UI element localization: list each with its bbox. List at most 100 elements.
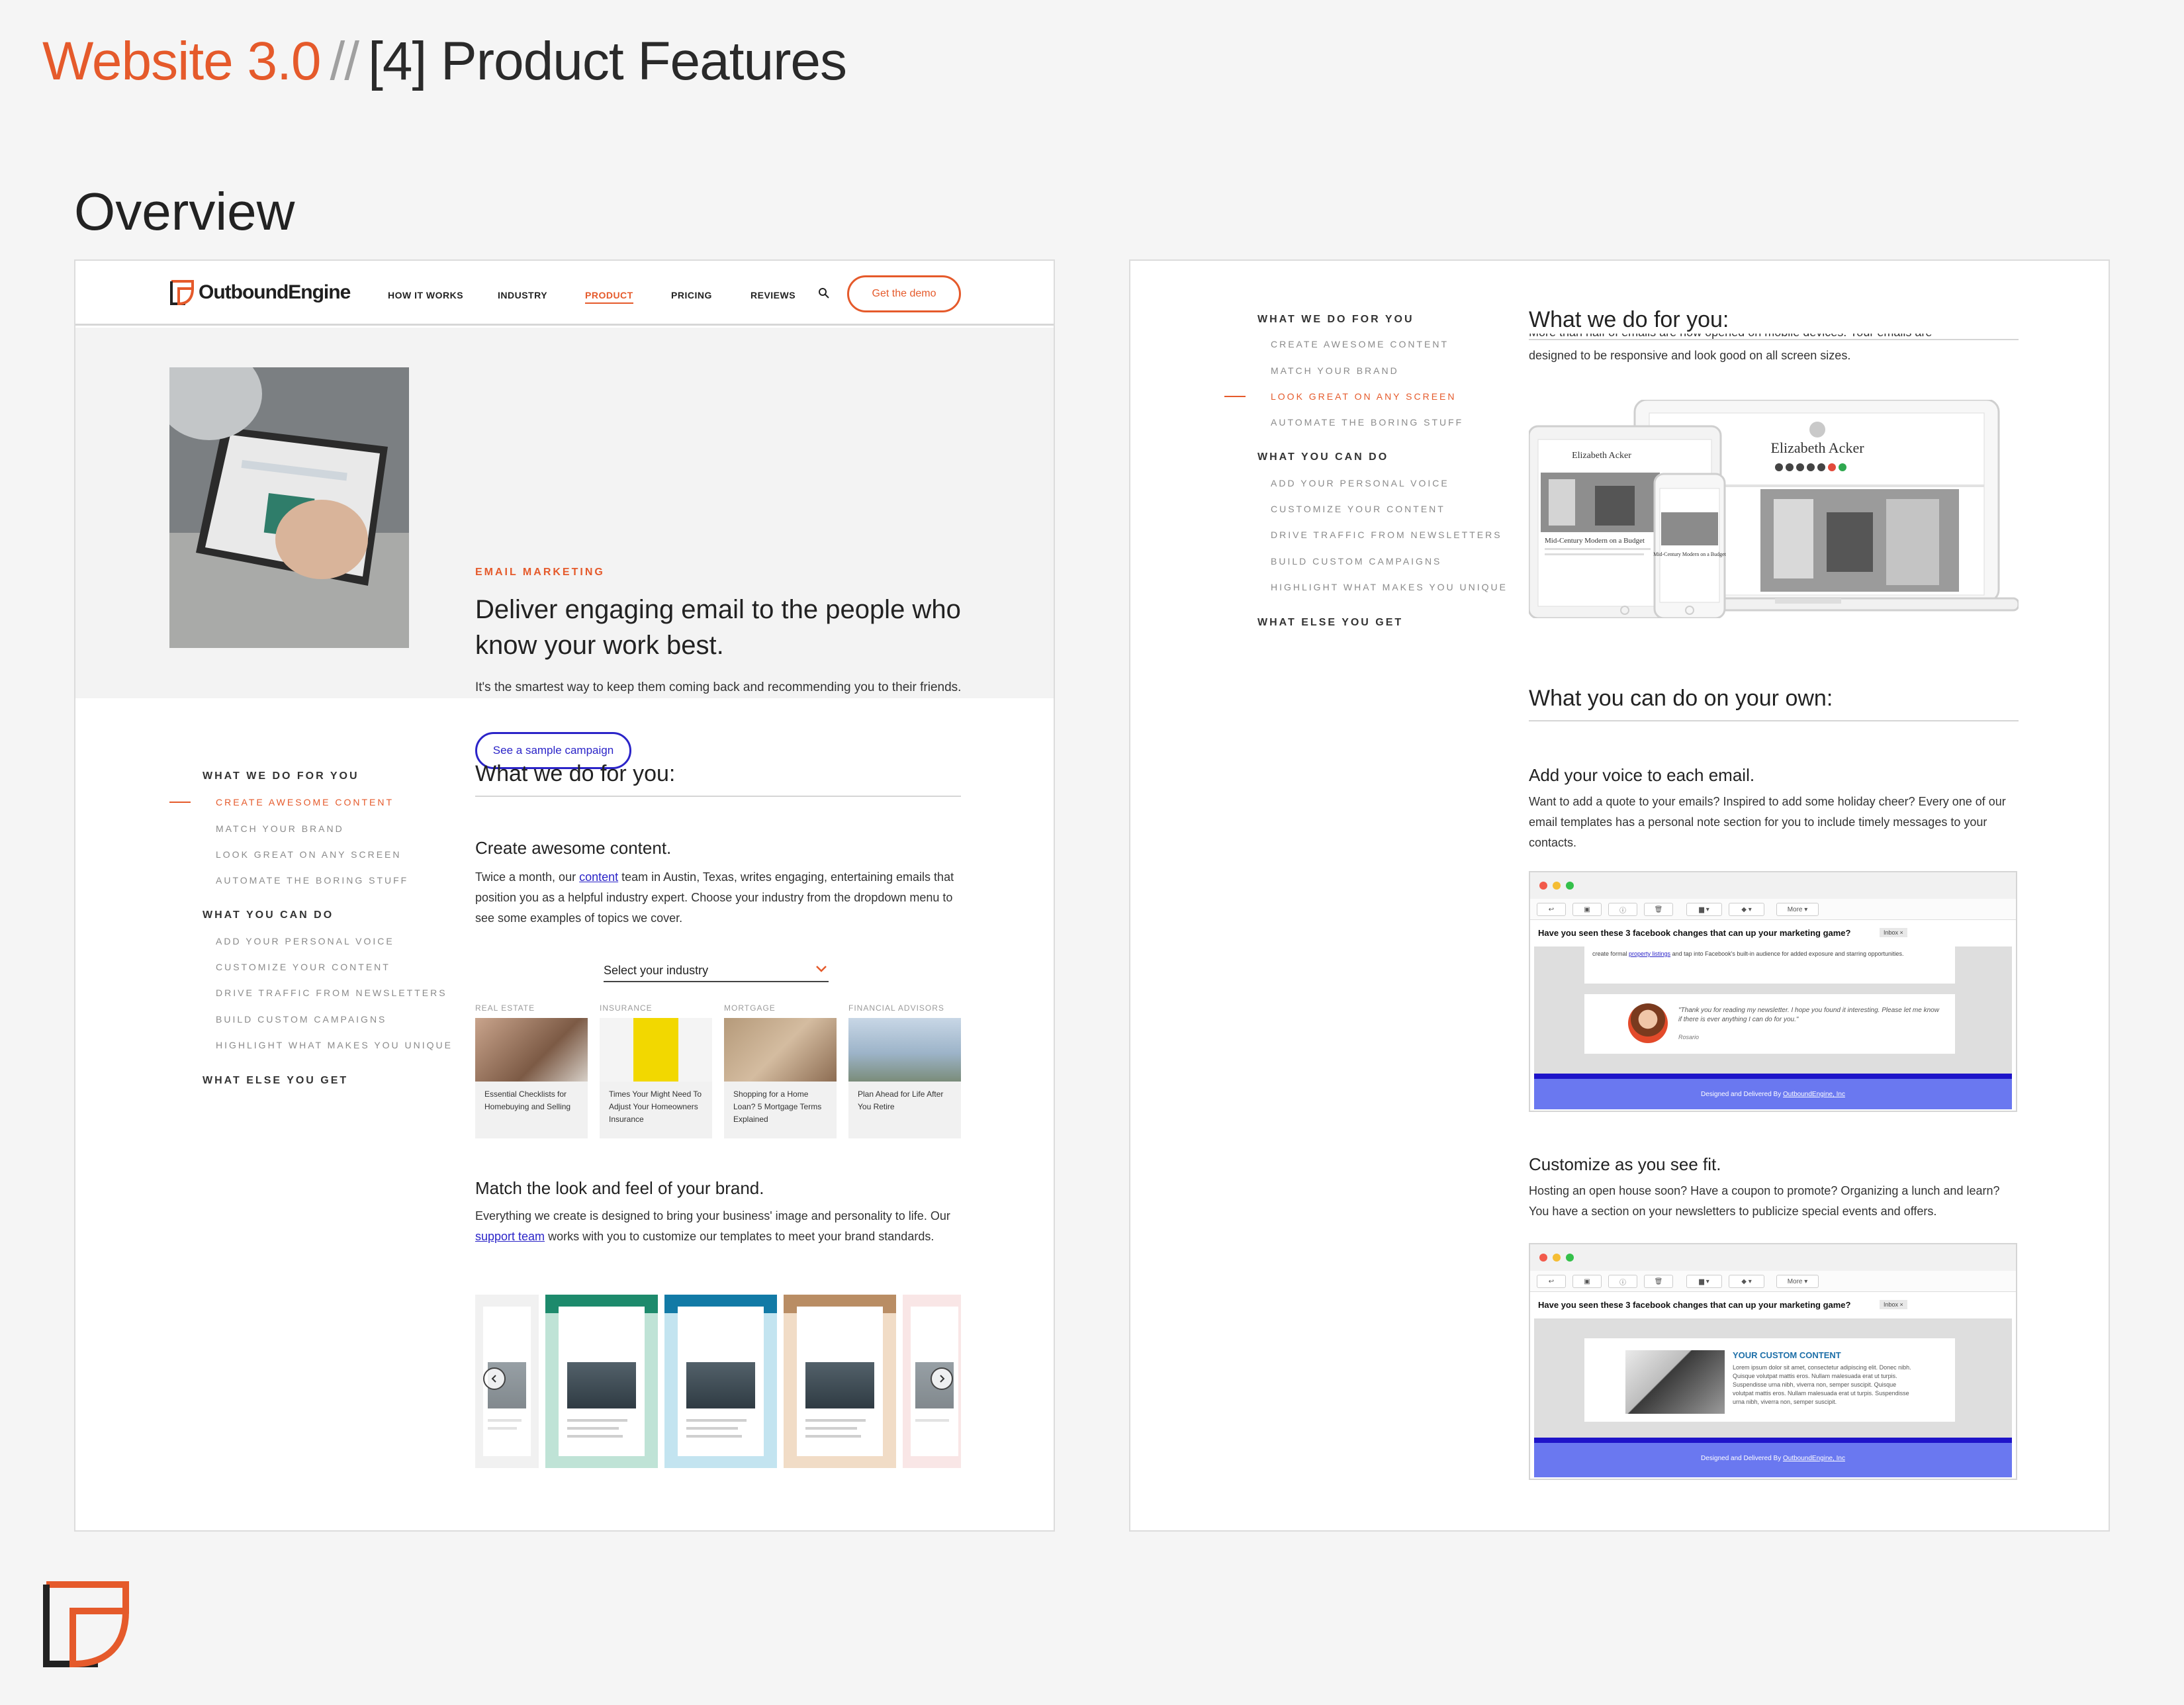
email-body: YOUR CUSTOM CONTENT Lorem ipsum dolor si… (1534, 1318, 2012, 1438)
article-card[interactable]: INSURANCE Times Your Might Need To Adjus… (600, 1003, 712, 1138)
personal-note-card: "Thank you for reading my newsletter. I … (1584, 994, 1955, 1054)
sidenav-what-you-can-do[interactable]: WHAT YOU CAN DO (203, 909, 334, 921)
nav-industry[interactable]: INDUSTRY (498, 290, 547, 300)
sidenav-highlight[interactable]: HIGHLIGHT WHAT MAKES YOU UNIQUE (216, 1040, 453, 1050)
nav-how-it-works[interactable]: HOW IT WORKS (388, 290, 463, 300)
folder-icon[interactable]: ▆ ▾ (1686, 1275, 1722, 1288)
minimize-dot-icon[interactable] (1553, 882, 1561, 890)
archive-icon[interactable]: ▣ (1572, 903, 1602, 916)
sidenav-drive-traffic[interactable]: DRIVE TRAFFIC FROM NEWSLETTERS (216, 988, 447, 998)
sidenav-what-else[interactable]: WHAT ELSE YOU GET (1257, 617, 1403, 629)
sidenav-personal-voice[interactable]: ADD YOUR PERSONAL VOICE (1271, 478, 1449, 488)
sidenav-what-we-do[interactable]: WHAT WE DO FOR YOU (1257, 314, 1414, 326)
sidenav-what-else[interactable]: WHAT ELSE YOU GET (203, 1075, 348, 1087)
sidenav-automate[interactable]: AUTOMATE THE BORING STUFF (1271, 417, 1463, 428)
sidenav-look-great[interactable]: LOOK GREAT ON ANY SCREEN (216, 849, 402, 860)
card-title: Essential Checklists for Homebuying and … (475, 1082, 588, 1138)
avatar (1628, 1003, 1668, 1043)
active-dash (1224, 396, 1246, 397)
card-category: MORTGAGE (724, 1003, 776, 1013)
custom-content-heading: YOUR CUSTOM CONTENT (1733, 1350, 1841, 1360)
industry-dropdown[interactable]: Select your industry (604, 949, 829, 982)
content-link[interactable]: content (579, 870, 618, 884)
responsive-paragraph: designed to be responsive and look good … (1529, 349, 1851, 362)
sidenav-drive-traffic[interactable]: DRIVE TRAFFIC FROM NEWSLETTERS (1271, 530, 1502, 540)
brand-title: Match the look and feel of your brand. (475, 1178, 764, 1198)
trash-icon[interactable]: 🗑 (1644, 1275, 1673, 1288)
more-button[interactable]: More ▾ (1776, 903, 1819, 916)
phone-tagline: Mid-Century Modern on a Budget (1653, 551, 1727, 557)
article-card[interactable]: REAL ESTATE Essential Checklists for Hom… (475, 1003, 588, 1138)
article-card[interactable]: MORTGAGE Shopping for a Home Loan? 5 Mor… (724, 1003, 837, 1138)
report-icon[interactable]: ⓘ (1608, 903, 1637, 916)
maximize-dot-icon[interactable] (1566, 882, 1574, 890)
email-preview-personal-note: ↩ ▣ ⓘ 🗑 ▆ ▾ ◆ ▾ More ▾ Have you seen the… (1529, 871, 2017, 1112)
label-icon[interactable]: ◆ ▾ (1729, 1275, 1764, 1288)
email-snippet: create formal property listings and tap … (1584, 946, 1955, 984)
deck-title-website: Website 3.0 (42, 31, 322, 91)
site-logo[interactable]: OutboundEngine (169, 279, 351, 306)
label-icon[interactable]: ◆ ▾ (1729, 903, 1764, 916)
sidenav-build-campaigns[interactable]: BUILD CUSTOM CAMPAIGNS (1271, 556, 1441, 567)
sidenav-personal-voice[interactable]: ADD YOUR PERSONAL VOICE (216, 936, 394, 946)
support-team-link[interactable]: support team (475, 1230, 545, 1243)
close-dot-icon[interactable] (1539, 882, 1547, 890)
section-title-what-we-do: What we do for you: (475, 761, 676, 786)
card-image (724, 1018, 837, 1082)
email-toolbar: ↩ ▣ ⓘ 🗑 ▆ ▾ ◆ ▾ More ▾ (1530, 1271, 2016, 1292)
deck-subtitle: Overview (74, 182, 295, 241)
archive-icon[interactable]: ▣ (1572, 1275, 1602, 1288)
sidenav-create-content[interactable]: CREATE AWESOME CONTENT (216, 797, 394, 807)
section-title-on-your-own: What you can do on your own: (1529, 686, 1833, 711)
trash-icon[interactable]: 🗑 (1644, 903, 1673, 916)
nav-product[interactable]: PRODUCT (585, 290, 633, 304)
article-card[interactable]: FINANCIAL ADVISORS Plan Ahead for Life A… (848, 1003, 961, 1138)
carousel-next-button[interactable] (931, 1367, 953, 1390)
create-content-paragraph: Twice a month, our content team in Austi… (475, 870, 954, 925)
card-image (848, 1018, 961, 1082)
more-button[interactable]: More ▾ (1776, 1275, 1819, 1288)
search-icon[interactable] (818, 287, 830, 302)
minimize-dot-icon[interactable] (1553, 1254, 1561, 1262)
close-dot-icon[interactable] (1539, 1254, 1547, 1262)
section-divider (1529, 720, 2019, 721)
sidenav-customize[interactable]: CUSTOMIZE YOUR CONTENT (216, 962, 390, 972)
template-preview[interactable] (664, 1295, 777, 1468)
sidenav-look-great[interactable]: LOOK GREAT ON ANY SCREEN (1271, 391, 1457, 402)
sidenav-create-content[interactable]: CREATE AWESOME CONTENT (1271, 339, 1449, 349)
nav-pricing[interactable]: PRICING (671, 290, 712, 300)
sidenav-automate[interactable]: AUTOMATE THE BORING STUFF (216, 875, 408, 886)
inbox-badge[interactable]: Inbox × (1880, 1300, 1907, 1309)
sidenav-what-we-do[interactable]: WHAT WE DO FOR YOU (203, 770, 359, 782)
card-image (600, 1018, 712, 1082)
template-preview[interactable] (545, 1295, 658, 1468)
nav-reviews[interactable]: REVIEWS (751, 290, 796, 300)
deck-title-section: [4] Product Features (368, 31, 847, 91)
reply-icon[interactable]: ↩ (1537, 903, 1566, 916)
card-title: Times Your Might Need To Adjust Your Hom… (600, 1082, 712, 1138)
sidenav-highlight[interactable]: HIGHLIGHT WHAT MAKES YOU UNIQUE (1271, 582, 1508, 592)
inbox-badge[interactable]: Inbox × (1880, 928, 1907, 937)
get-demo-button[interactable]: Get the demo (847, 275, 961, 312)
report-icon[interactable]: ⓘ (1608, 1275, 1637, 1288)
card-title: Plan Ahead for Life After You Retire (848, 1082, 961, 1138)
custom-content-image (1625, 1350, 1725, 1414)
reply-icon[interactable]: ↩ (1537, 1275, 1566, 1288)
template-preview[interactable] (784, 1295, 896, 1468)
hero-description: It's the smartest way to keep them comin… (475, 680, 962, 694)
sidenav-customize[interactable]: CUSTOMIZE YOUR CONTENT (1271, 504, 1445, 514)
create-content-title: Create awesome content. (475, 838, 672, 858)
chevron-down-icon (815, 962, 827, 976)
sidenav-build-campaigns[interactable]: BUILD CUSTOM CAMPAIGNS (216, 1014, 387, 1025)
email-subject: Have you seen these 3 facebook changes t… (1530, 1292, 2016, 1318)
footer-link[interactable]: OutboundEngine, Inc (1783, 1455, 1845, 1462)
footer-link[interactable]: OutboundEngine, Inc (1783, 1091, 1845, 1098)
deck-title: Website 3.0//[4] Product Features (42, 31, 847, 91)
sidenav-what-you-can-do[interactable]: WHAT YOU CAN DO (1257, 451, 1388, 463)
card-image (475, 1018, 588, 1082)
maximize-dot-icon[interactable] (1566, 1254, 1574, 1262)
carousel-prev-button[interactable] (483, 1367, 506, 1390)
folder-icon[interactable]: ▆ ▾ (1686, 903, 1722, 916)
sidenav-match-brand[interactable]: MATCH YOUR BRAND (1271, 365, 1399, 376)
sidenav-match-brand[interactable]: MATCH YOUR BRAND (216, 823, 344, 834)
